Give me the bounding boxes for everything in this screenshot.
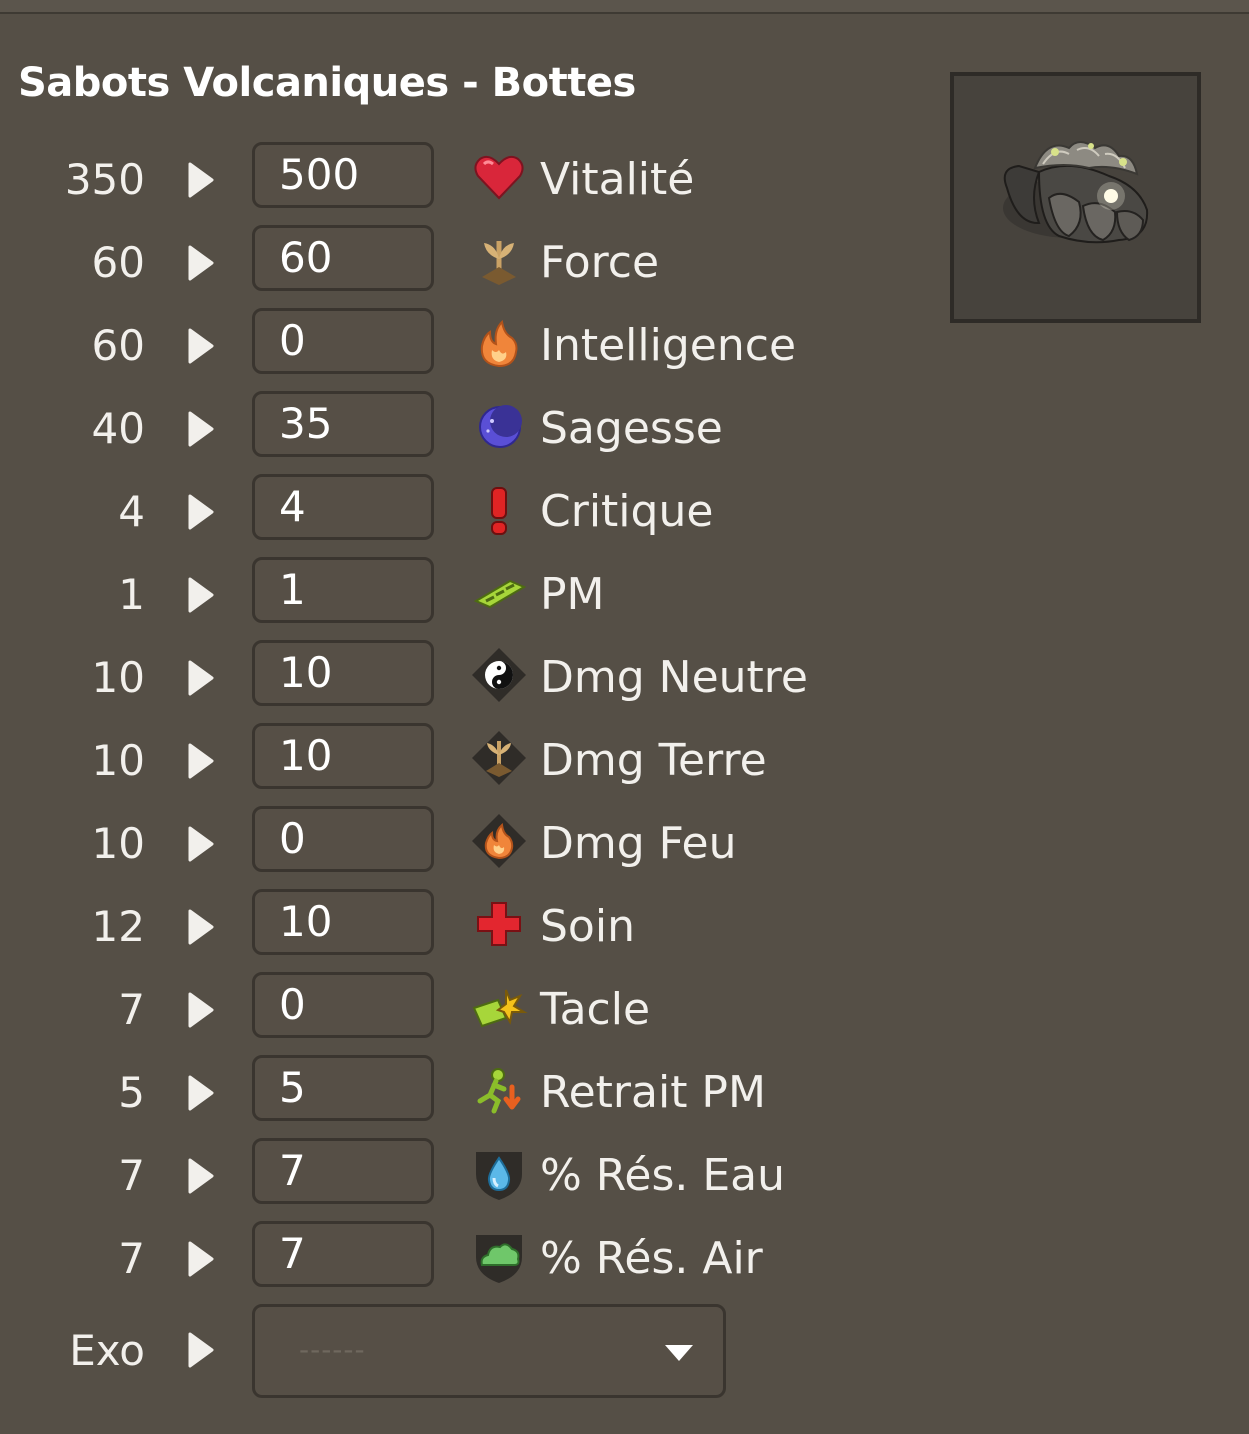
- neutral-yinyang-icon: [472, 648, 526, 702]
- stat-label: Soin: [540, 901, 635, 952]
- stat-label: Critique: [540, 486, 714, 537]
- stat-value-input[interactable]: 0: [252, 806, 434, 872]
- stat-base-value: 1: [118, 570, 145, 619]
- arrow-right-icon[interactable]: [188, 245, 214, 281]
- arrow-right-icon[interactable]: [188, 411, 214, 447]
- arrow-right-icon[interactable]: [188, 1241, 214, 1277]
- exo-label: Exo: [69, 1326, 145, 1375]
- arrow-right-icon[interactable]: [188, 909, 214, 945]
- exo-select[interactable]: ------: [252, 1304, 726, 1398]
- arrow-right-icon[interactable]: [188, 328, 214, 364]
- stat-base-value: 7: [118, 1151, 145, 1200]
- stat-row: 60 0 Intelligence: [0, 308, 900, 384]
- stat-value-input[interactable]: 7: [252, 1138, 434, 1204]
- stat-label: PM: [540, 569, 605, 620]
- chevron-down-icon[interactable]: [663, 1343, 695, 1363]
- stat-value-input[interactable]: 35: [252, 391, 434, 457]
- stat-row: 10 10 Dmg Terre: [0, 723, 900, 799]
- stat-label: Tacle: [540, 984, 651, 1035]
- top-divider: [0, 0, 1249, 14]
- stat-label: Intelligence: [540, 320, 797, 371]
- arrow-right-icon[interactable]: [188, 1158, 214, 1194]
- stat-value-input[interactable]: 1: [252, 557, 434, 623]
- stat-row: 60 60 Force: [0, 225, 900, 301]
- stat-label: % Rés. Eau: [540, 1150, 786, 1201]
- stat-base-value: 5: [118, 1068, 145, 1117]
- earth-plant-icon: [482, 241, 516, 285]
- stat-base-value: 10: [91, 653, 145, 702]
- arrow-right-icon[interactable]: [188, 1332, 214, 1368]
- boots-item-icon: [1003, 141, 1149, 244]
- stat-label: % Rés. Air: [540, 1233, 763, 1284]
- stat-value-input[interactable]: 60: [252, 225, 434, 291]
- arrow-right-icon[interactable]: [188, 162, 214, 198]
- stat-label: Sagesse: [540, 403, 723, 454]
- stat-row: 7 7 % Rés. Eau: [0, 1138, 900, 1214]
- exo-row: Exo ------: [0, 1304, 900, 1400]
- movement-points-icon: [473, 579, 527, 609]
- stat-row: 10 10 Dmg Neutre: [0, 640, 900, 716]
- earth-damage-icon: [472, 731, 526, 785]
- stat-base-value: 4: [118, 487, 145, 536]
- stat-label: Dmg Feu: [540, 818, 737, 869]
- stat-base-value: 7: [118, 1234, 145, 1283]
- stat-label: Force: [540, 237, 660, 288]
- arrow-right-icon[interactable]: [188, 743, 214, 779]
- item-title: Sabots Volcaniques - Bottes: [18, 60, 636, 106]
- stat-value-input[interactable]: 7: [252, 1221, 434, 1287]
- arrow-right-icon[interactable]: [188, 1075, 214, 1111]
- air-resistance-icon: [476, 1235, 522, 1283]
- arrow-right-icon[interactable]: [188, 992, 214, 1028]
- water-resistance-icon: [476, 1152, 522, 1200]
- arrow-right-icon[interactable]: [188, 826, 214, 862]
- stat-base-value: 10: [91, 819, 145, 868]
- stat-value-input[interactable]: 0: [252, 972, 434, 1038]
- heart-icon: [474, 155, 524, 200]
- stat-base-value: 60: [91, 238, 145, 287]
- stat-label: Dmg Terre: [540, 735, 767, 786]
- stat-row: 7 7 % Rés. Air: [0, 1221, 900, 1297]
- stat-base-value: 350: [64, 155, 145, 204]
- stat-row: 40 35 Sagesse: [0, 391, 900, 467]
- stat-value-input[interactable]: 0: [252, 308, 434, 374]
- stat-base-value: 7: [118, 985, 145, 1034]
- moon-icon: [479, 405, 522, 448]
- heal-cross-icon: [477, 902, 521, 946]
- stat-row: 1 1 PM: [0, 557, 900, 633]
- fire-icon: [480, 319, 518, 368]
- arrow-right-icon[interactable]: [188, 660, 214, 696]
- exclamation-icon: [491, 487, 507, 535]
- stat-value-input[interactable]: 10: [252, 889, 434, 955]
- item-image: [950, 72, 1201, 323]
- stat-value-input[interactable]: 10: [252, 723, 434, 789]
- stat-value-input[interactable]: 5: [252, 1055, 434, 1121]
- stat-base-value: 12: [91, 902, 145, 951]
- stat-label: Retrait PM: [540, 1067, 766, 1118]
- stat-value-input[interactable]: 10: [252, 640, 434, 706]
- stat-row: 7 0 Tacle: [0, 972, 900, 1048]
- mp-reduction-icon: [477, 1068, 521, 1114]
- stat-row: 12 10 Soin: [0, 889, 900, 965]
- arrow-right-icon[interactable]: [188, 577, 214, 613]
- stat-value-input[interactable]: 500: [252, 142, 434, 208]
- exo-selected-value: ------: [299, 1333, 366, 1366]
- fire-damage-icon: [472, 814, 526, 868]
- stat-label: Dmg Neutre: [540, 652, 808, 703]
- tackle-icon: [472, 989, 528, 1028]
- stat-row: 350 500 Vitalité: [0, 142, 900, 218]
- stat-label: Vitalité: [540, 154, 695, 205]
- stat-base-value: 40: [91, 404, 145, 453]
- stat-base-value: 10: [91, 736, 145, 785]
- stat-value-input[interactable]: 4: [252, 474, 434, 540]
- arrow-right-icon[interactable]: [188, 494, 214, 530]
- stat-row: 4 4 Critique: [0, 474, 900, 550]
- stat-base-value: 60: [91, 321, 145, 370]
- stat-row: 10 0 Dmg Feu: [0, 806, 900, 882]
- stat-row: 5 5 Retrait PM: [0, 1055, 900, 1131]
